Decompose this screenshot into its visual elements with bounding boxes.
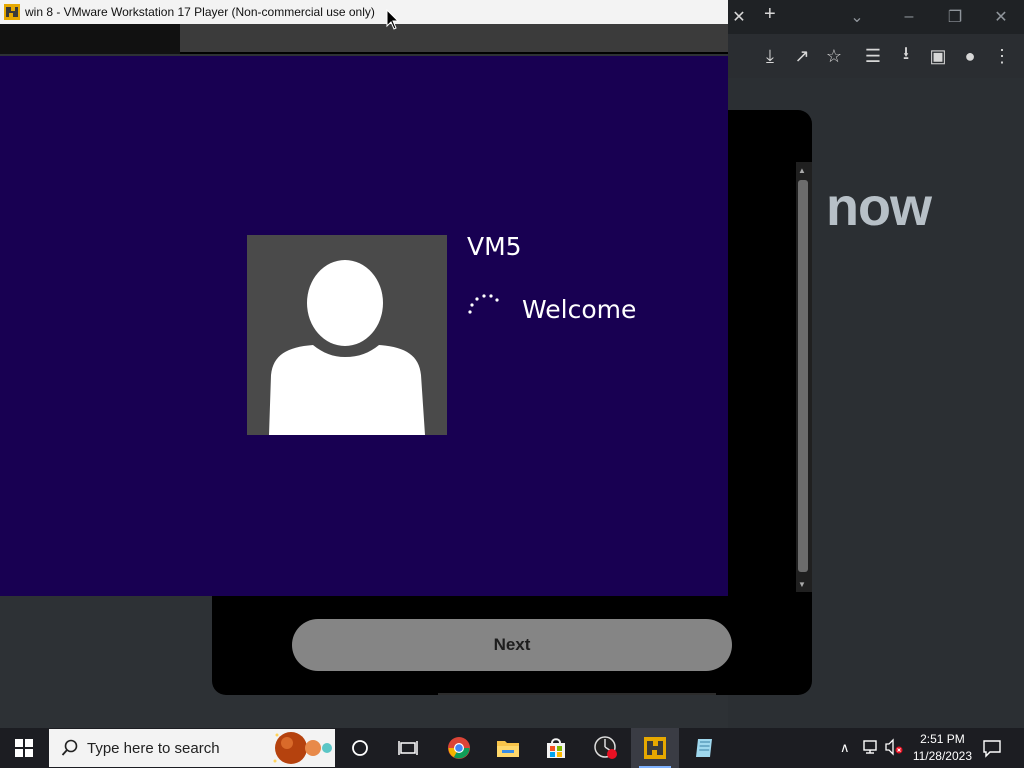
vmware-title-bar[interactable]: win 8 - VMware Workstation 17 Player (No… (0, 0, 728, 24)
search-placeholder: Type here to search (87, 739, 220, 757)
cortana-button[interactable] (340, 728, 380, 768)
close-window-button[interactable]: ✕ (978, 0, 1024, 34)
vmware-icon (644, 737, 666, 759)
show-hidden-icons-chevron-icon[interactable]: ∧ (840, 740, 850, 756)
cortana-icon (352, 740, 368, 756)
windows-logo-icon (15, 739, 33, 757)
menu-kebab-icon[interactable]: ⋮ (988, 42, 1016, 70)
scroll-up-icon[interactable]: ▲ (798, 166, 806, 175)
notifications-icon[interactable] (982, 738, 1002, 763)
vmware-logo-icon (4, 4, 20, 20)
task-view-button[interactable] (388, 728, 428, 768)
taskbar-recording-app[interactable] (584, 728, 628, 768)
divider (438, 693, 716, 695)
folder-icon (497, 741, 519, 757)
browser-toolbar: ⤓ ↗ ☆ ☰ ⭳ ▣ ● ⋮ (728, 34, 1024, 78)
clock[interactable]: 2:51 PM 11/28/2023 (913, 731, 972, 765)
welcome-status: Welcome (522, 295, 637, 324)
taskbar-store[interactable] (534, 728, 578, 768)
bookmark-star-icon[interactable]: ☆ (820, 42, 848, 70)
reading-list-icon[interactable]: ☰ (859, 42, 887, 70)
search-highlight-icon (273, 732, 332, 764)
restore-button[interactable]: ❐ (932, 0, 978, 34)
chrome-icon (448, 737, 470, 759)
vmware-toolbar-area (180, 24, 728, 54)
next-button[interactable]: Next (292, 619, 732, 671)
store-icon (547, 738, 565, 758)
new-tab-icon[interactable]: + (764, 3, 776, 26)
taskbar-vmware[interactable] (631, 728, 679, 768)
username: VM5 (467, 232, 522, 261)
minimize-button[interactable]: – (886, 0, 932, 34)
tab-close-icon[interactable]: ✕ (728, 4, 750, 30)
mouse-cursor-icon (386, 9, 400, 30)
clock-time: 2:51 PM (920, 732, 965, 746)
profile-icon[interactable]: ● (956, 42, 984, 70)
recorder-icon (594, 736, 617, 759)
scrollbar-thumb[interactable] (798, 180, 808, 572)
share-icon[interactable]: ↗ (788, 42, 816, 70)
download-icon[interactable]: ⭳ (892, 42, 920, 70)
network-icon[interactable] (862, 738, 880, 761)
tab-search-chevron-icon[interactable]: ⌄ (834, 0, 880, 34)
scroll-down-icon[interactable]: ▼ (798, 580, 806, 589)
notepad-icon (696, 739, 712, 757)
side-panel-icon[interactable]: ▣ (924, 42, 952, 70)
volume-muted-icon[interactable] (884, 738, 904, 761)
loading-spinner-icon (468, 294, 499, 314)
user-silhouette-icon (269, 260, 425, 435)
taskbar-chrome[interactable] (437, 728, 481, 768)
taskbar-file-explorer[interactable] (486, 728, 530, 768)
user-avatar (247, 235, 447, 435)
search-icon (61, 739, 78, 756)
page-logo: now (826, 177, 932, 237)
start-button[interactable] (0, 728, 48, 768)
window-title: win 8 - VMware Workstation 17 Player (No… (25, 5, 375, 19)
taskbar-notepad-app[interactable] (682, 728, 726, 768)
taskbar-search-box[interactable]: Type here to search (49, 729, 335, 767)
task-view-icon (398, 741, 418, 755)
clock-date: 11/28/2023 (912, 749, 972, 763)
install-app-icon[interactable]: ⤓ (756, 42, 784, 70)
